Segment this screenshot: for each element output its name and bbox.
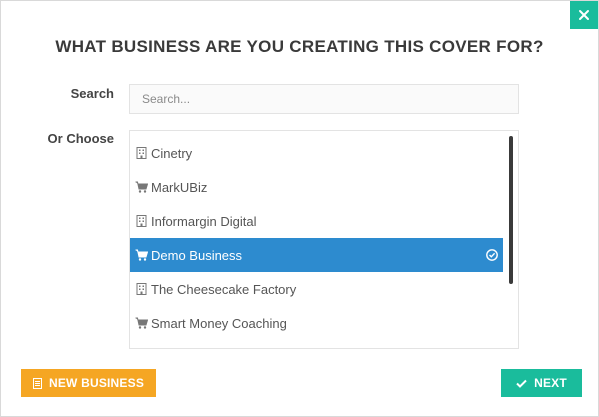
search-input[interactable] [129,84,519,114]
next-label: NEXT [534,376,567,390]
close-icon [579,10,589,20]
check-circle-icon [486,249,498,261]
list-item[interactable]: MarkUBiz [130,170,503,204]
list-item-selected[interactable]: Demo Business [130,238,503,272]
close-button[interactable] [570,1,598,29]
list-item[interactable]: Smart Money Coaching [130,306,503,340]
cart-icon [135,316,148,330]
list-item[interactable]: Cinetry [130,136,503,170]
building-icon [135,146,148,160]
cart-icon [135,180,148,194]
new-business-button[interactable]: NEW BUSINESS [21,369,156,397]
list-item-label: Cinetry [151,145,193,161]
list-item-label: Informargin Digital [151,213,257,229]
list-item[interactable]: Informargin Digital [130,204,503,238]
list-item-label: Demo Business [151,247,243,263]
document-icon [32,377,42,389]
list-item[interactable]: The Cheesecake Factory [130,272,503,306]
business-select-dialog: WHAT BUSINESS ARE YOU CREATING THIS COVE… [0,0,599,417]
building-icon [135,282,148,296]
search-label: Search [70,86,114,101]
checkmark-icon [516,379,527,388]
cart-icon [135,248,148,262]
choose-label: Or Choose [47,131,114,146]
list-scrollbar[interactable] [509,136,513,284]
next-button[interactable]: NEXT [501,369,582,397]
list-item-label: Smart Money Coaching [151,315,287,331]
dialog-title: WHAT BUSINESS ARE YOU CREATING THIS COVE… [55,37,544,56]
business-list[interactable]: Cinetry MarkUBiz Informargin Digital Dem… [129,130,519,349]
list-item-label: MarkUBiz [151,179,208,195]
building-icon [135,214,148,228]
list-item-label: The Cheesecake Factory [151,281,297,297]
new-business-label: NEW BUSINESS [48,376,145,390]
